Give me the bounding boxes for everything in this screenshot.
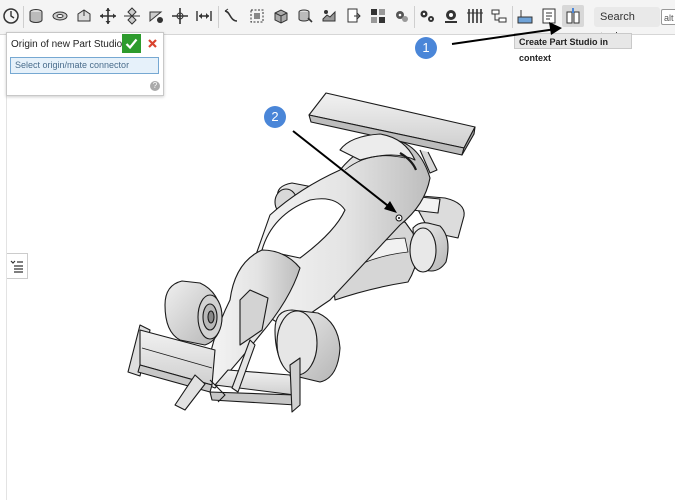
rear-right-tire	[409, 222, 449, 273]
race-car-model[interactable]	[127, 92, 476, 413]
front-right-tire	[274, 309, 341, 383]
annotation-badge-2: 2	[264, 106, 286, 128]
front-left-tire	[164, 280, 223, 346]
annotation-badge-1: 1	[415, 37, 437, 59]
viewport[interactable]	[0, 0, 675, 500]
